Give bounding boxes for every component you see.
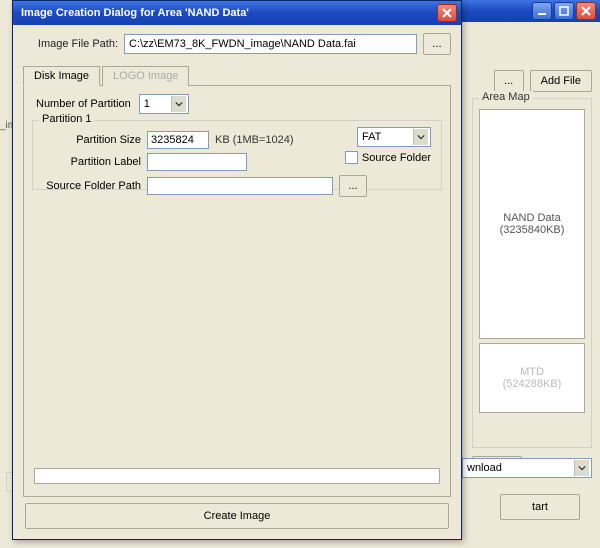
partition-size-unit: KB (1MB=1024) <box>215 134 294 146</box>
area-map-group: Area Map NAND Data (3235840KB) MTD (5242… <box>472 98 592 448</box>
dialog-close-button[interactable] <box>437 4 457 22</box>
parent-window: _ima ... Add File Area Map NAND Data (32… <box>0 0 600 548</box>
chevron-down-icon <box>413 129 428 145</box>
area-nand-size: (3235840KB) <box>500 224 565 236</box>
dialog-body: Image File Path: C:\zz\EM73_8K_FWDN_imag… <box>13 25 461 539</box>
close-icon <box>442 8 452 18</box>
close-icon <box>581 6 591 16</box>
source-folder-path-label: Source Folder Path <box>41 180 141 192</box>
filesystem-combo[interactable]: FAT <box>357 127 431 147</box>
partition-label-input[interactable] <box>147 153 247 171</box>
partition-group-label: Partition 1 <box>39 113 95 125</box>
start-button[interactable]: tart <box>500 494 580 520</box>
partition-size-input[interactable]: 3235824 <box>147 131 209 149</box>
file-path-label: Image File Path: <box>23 38 118 50</box>
close-button[interactable] <box>576 2 596 20</box>
dialog-titlebar: Image Creation Dialog for Area 'NAND Dat… <box>13 1 461 25</box>
area-block-nand[interactable]: NAND Data (3235840KB) <box>479 109 585 339</box>
filesystem-value: FAT <box>362 131 409 143</box>
minimize-button[interactable] <box>532 2 552 20</box>
dialog-title: Image Creation Dialog for Area 'NAND Dat… <box>17 7 437 19</box>
maximize-icon <box>559 6 569 16</box>
area-mtd-name: MTD <box>520 366 544 378</box>
download-combo[interactable]: wnload <box>462 458 592 478</box>
source-folder-path-input[interactable] <box>147 177 333 195</box>
maximize-button[interactable] <box>554 2 574 20</box>
source-folder-checkbox-label: Source Folder <box>362 152 431 164</box>
download-row: wnload <box>462 458 592 478</box>
right-panel: ... Add File Area Map NAND Data (3235840… <box>472 70 592 484</box>
browse-file-button[interactable]: ... <box>423 33 451 55</box>
parent-titlebar <box>460 0 600 22</box>
add-file-button[interactable]: Add File <box>530 70 592 92</box>
tab-disk-image[interactable]: Disk Image <box>23 66 100 86</box>
tab-content: Number of Partition 1 Partition 1 FAT <box>23 86 451 497</box>
browse-source-button[interactable]: ... <box>339 175 367 197</box>
create-image-label: Create Image <box>204 510 271 522</box>
partition-label-label: Partition Label <box>41 156 141 168</box>
area-map-label: Area Map <box>479 91 533 103</box>
tab-logo-image[interactable]: LOGO Image <box>102 66 189 86</box>
tab-strip: Disk Image LOGO Image <box>23 65 451 86</box>
area-block-mtd[interactable]: MTD (524288KB) <box>479 343 585 413</box>
download-combo-text: wnload <box>467 462 570 474</box>
minimize-icon <box>537 6 547 16</box>
start-button-label: tart <box>532 501 548 513</box>
partition-size-label: Partition Size <box>41 134 141 146</box>
ellipsis-button[interactable]: ... <box>494 70 524 92</box>
file-path-input[interactable]: C:\zz\EM73_8K_FWDN_image\NAND Data.fai <box>124 34 417 54</box>
image-creation-dialog: Image Creation Dialog for Area 'NAND Dat… <box>12 0 462 540</box>
num-partition-label: Number of Partition <box>36 98 131 110</box>
area-nand-name: NAND Data <box>503 212 560 224</box>
create-image-button[interactable]: Create Image <box>25 503 449 529</box>
num-partition-combo[interactable]: 1 <box>139 94 189 114</box>
source-folder-checkbox[interactable] <box>345 151 358 164</box>
chevron-down-icon <box>171 96 186 112</box>
area-mtd-size: (524288KB) <box>503 378 562 390</box>
num-partition-value: 1 <box>144 98 167 110</box>
chevron-down-icon <box>574 460 589 476</box>
partition-group: Partition 1 FAT Source Folder Partition … <box>32 120 442 190</box>
progress-bar <box>34 468 440 484</box>
